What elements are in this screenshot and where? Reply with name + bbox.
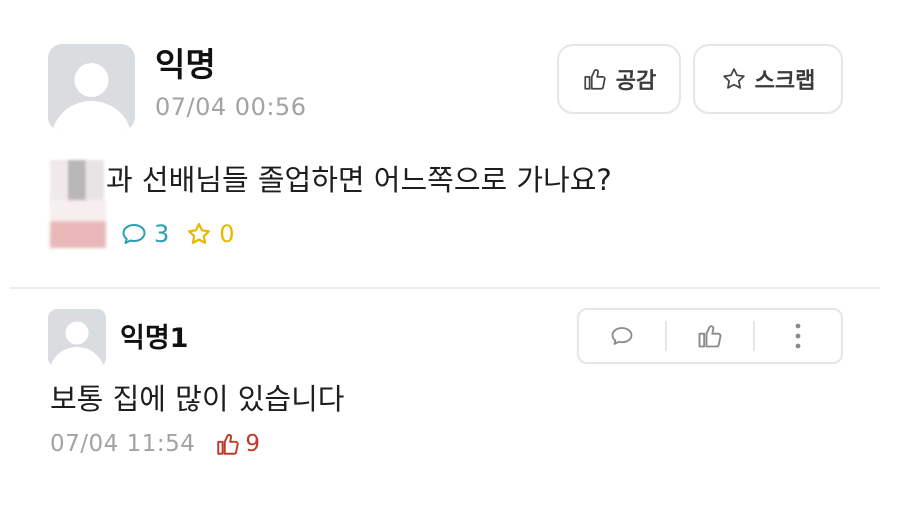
anonymous-user-icon [50, 321, 104, 367]
thumbs-up-icon [217, 433, 240, 455]
avatar [48, 44, 135, 131]
post-content-text: 과 선배님들 졸업하면 어느쪽으로 가나요? [106, 163, 612, 197]
scrap-button[interactable]: 스크랩 [693, 44, 843, 114]
comment-avatar [48, 309, 106, 367]
comment-timestamp: 07/04 11:54 [50, 431, 196, 457]
blurred-redaction [50, 200, 106, 248]
post: 익명 07/04 00:56 공감 스크랩 과 선배님들 졸업하면 어느쪽으로 … [0, 0, 900, 288]
star-icon [188, 222, 211, 244]
more-options-button[interactable] [755, 310, 841, 362]
post-stats: 3 0 [120, 218, 251, 250]
thumbs-up-icon [584, 69, 606, 90]
post-content: 과 선배님들 졸업하면 어느쪽으로 가나요? [50, 158, 612, 204]
divider [10, 287, 880, 289]
scrap-count-value: 0 [219, 220, 235, 248]
post-author: 익명 [155, 45, 216, 84]
comment-meta: 07/04 11:54 9 [50, 428, 260, 460]
comment-author: 익명1 [120, 323, 189, 354]
comment-like-button[interactable] [667, 310, 753, 362]
comment-actions [577, 308, 843, 364]
comment-count: 3 [120, 218, 169, 250]
like-button-label: 공감 [615, 69, 657, 94]
comment-like-count-value: 9 [245, 431, 261, 457]
scrap-count: 0 [185, 218, 235, 250]
more-vertical-icon [795, 323, 801, 349]
comment-count-value: 3 [154, 220, 170, 248]
reply-button[interactable] [579, 310, 665, 362]
speech-bubble-icon [122, 224, 146, 244]
post-timestamp: 07/04 00:56 [155, 93, 307, 121]
blurred-redaction [50, 160, 104, 204]
scrap-button-label: 스크랩 [754, 69, 816, 94]
comment-like-count: 9 [215, 428, 260, 460]
comment-content: 보통 집에 많이 있습니다 [50, 382, 345, 416]
thumbs-up-icon [698, 325, 722, 348]
speech-bubble-icon [611, 327, 633, 345]
like-button[interactable]: 공감 [557, 44, 681, 114]
star-icon [722, 68, 745, 89]
anonymous-user-icon [52, 63, 131, 131]
